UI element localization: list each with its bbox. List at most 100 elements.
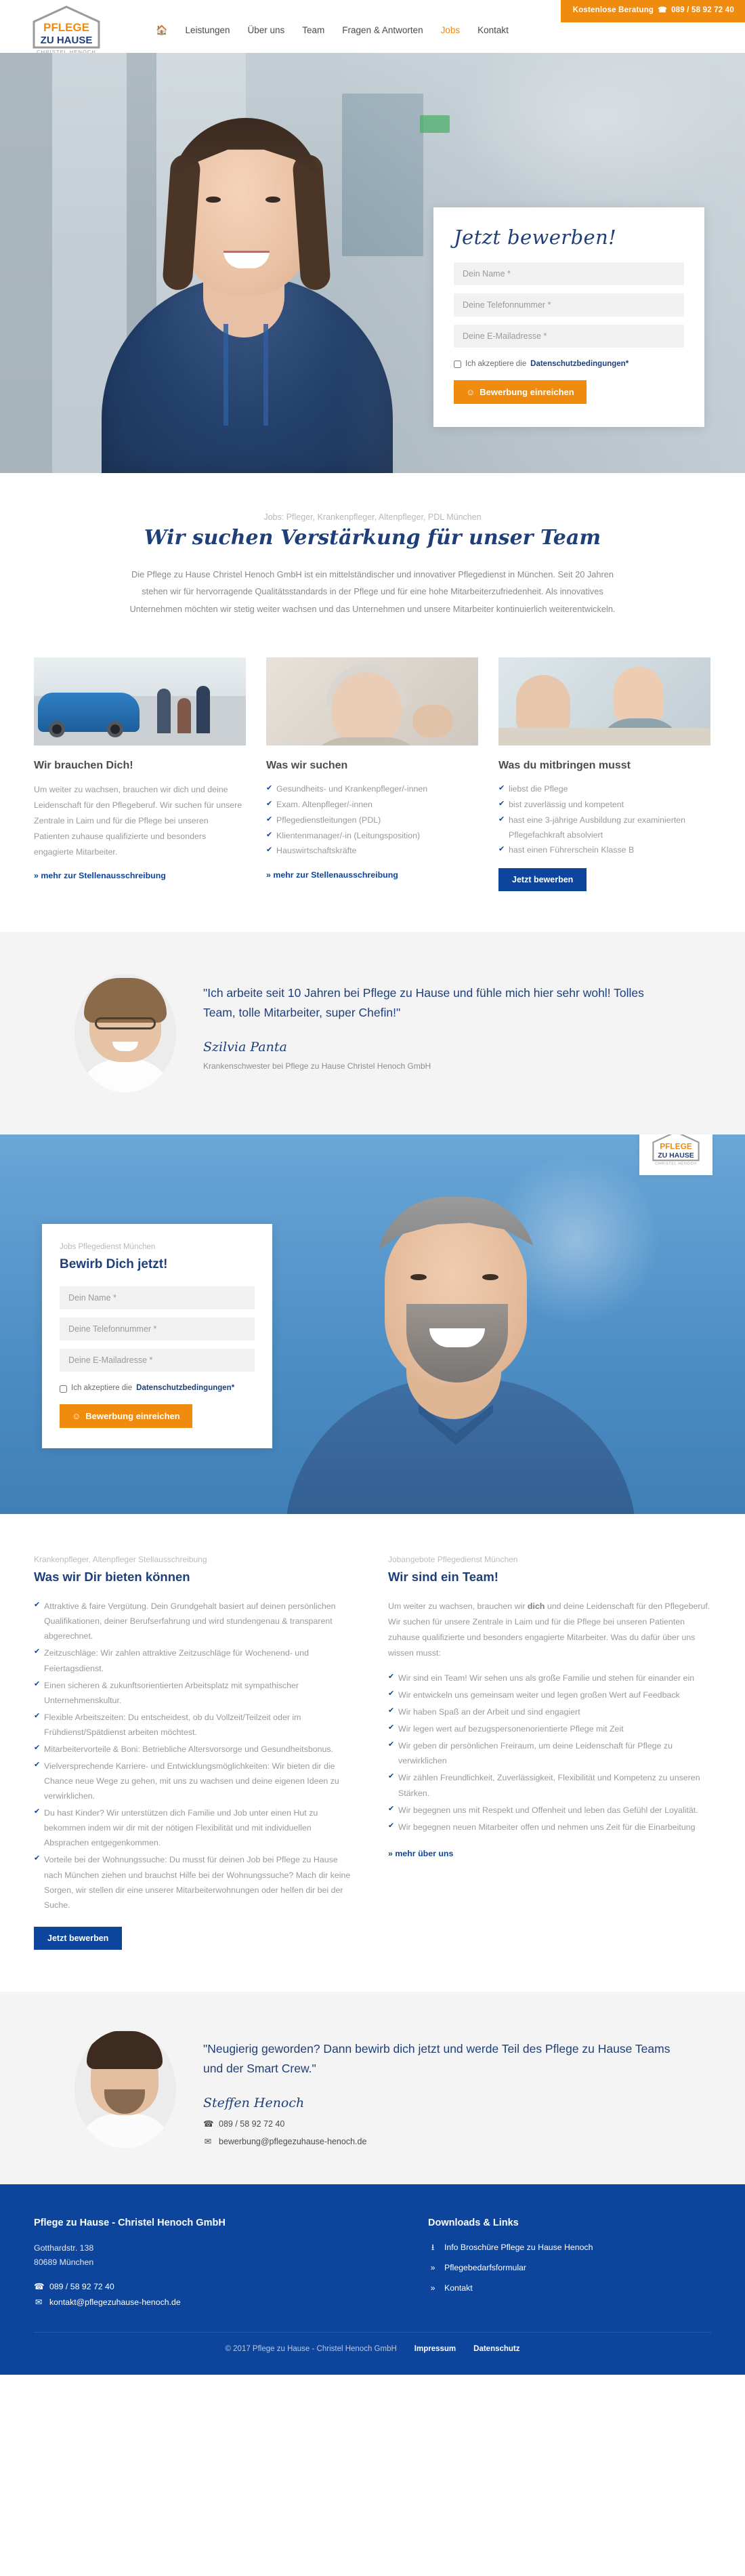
site-footer: Pflege zu Hause - Christel Henoch GmbH G…	[0, 2184, 745, 2375]
svg-text:PFLEGE: PFLEGE	[660, 1141, 692, 1151]
column-title: Was wir Dir bieten können	[34, 1569, 190, 1584]
list-item: bist zuverlässig und kompetent	[498, 798, 710, 813]
footer-city: 80689 München	[34, 2257, 94, 2268]
privacy-consent[interactable]: Ich akzeptiere die Datenschutzbedingunge…	[60, 1383, 255, 1395]
card-more-link[interactable]: » mehr zur Stellenausschreibung	[266, 869, 398, 882]
card-title: Wir brauchen Dich!	[34, 759, 133, 771]
footer-company-block: Pflege zu Hause - Christel Henoch GmbH G…	[34, 2215, 413, 2309]
card-list: liebst die Pflege bist zuverlässig und k…	[498, 782, 710, 858]
main-navigation[interactable]: 🏠 Leistungen Über uns Team Fragen & Antw…	[156, 23, 509, 38]
phone-input[interactable]	[454, 293, 684, 316]
privacy-checkbox[interactable]	[454, 361, 461, 369]
footer-phone[interactable]: ☎ 089 / 58 92 72 40	[34, 2281, 413, 2293]
list-item: liebst die Pflege	[498, 782, 710, 797]
svg-text:PFLEGE: PFLEGE	[43, 21, 89, 34]
list-item: Wir begegnen uns mit Respekt und Offenhe…	[388, 1803, 711, 1818]
list-item: Wir geben dir persönlichen Freiraum, um …	[388, 1738, 711, 1768]
intro-eyebrow: Jobs: Pfleger, Krankenpfleger, Altenpfle…	[263, 512, 482, 522]
topbar-label: Kostenlose Beratung	[572, 6, 654, 14]
svg-text:ZU HAUSE: ZU HAUSE	[41, 35, 93, 46]
phone-icon: ☎	[658, 6, 668, 15]
footer-link-kontakt[interactable]: » Kontakt	[428, 2282, 711, 2295]
phone-input[interactable]	[60, 1317, 255, 1341]
impressum-link[interactable]: Impressum	[414, 2344, 456, 2356]
avatar	[74, 2029, 176, 2148]
hero-section-primary: Jetzt bewerben! Ich akzeptiere die Daten…	[0, 53, 745, 473]
hero-section-secondary: PFLEGE ZU HAUSE CHRISTEL HENOCH Jobs Pfl…	[0, 1134, 745, 1514]
benefits-section: Krankenpfleger, Altenpfleger Stellaussch…	[34, 1514, 711, 1992]
testimonial-quote: "Ich arbeite seit 10 Jahren bei Pflege z…	[203, 985, 644, 1019]
testimonial-name: Steffen Henoch	[203, 2095, 305, 2110]
column-intro: Um weiter zu wachsen, brauchen wir dich …	[388, 1601, 710, 1658]
application-form-hero[interactable]: Jetzt bewerben! Ich akzeptiere die Daten…	[433, 207, 704, 427]
list-item: hast einen Führerschein Klasse B	[498, 843, 710, 858]
avatar	[74, 973, 176, 1092]
list-item: Pflegedienstleitungen (PDL)	[266, 813, 478, 828]
testimonial-email[interactable]: ✉ bewerbung@pflegezuhause-henoch.de	[203, 2135, 670, 2148]
apply-now-button[interactable]: Jetzt bewerben	[34, 1926, 123, 1950]
application-form-secondary[interactable]: Jobs Pflegedienst München Bewirb Dich je…	[42, 1223, 272, 1449]
list-item: Wir haben Spaß an der Arbeit und sind en…	[388, 1704, 711, 1719]
privacy-policy-link[interactable]: Datenschutzbedingungen*	[530, 359, 629, 371]
card-image-seniorin	[266, 657, 478, 745]
email-input[interactable]	[60, 1349, 255, 1372]
datenschutz-link[interactable]: Datenschutz	[473, 2344, 519, 2356]
footer-link-pflegebedarfsformular[interactable]: » Pflegebedarfsformular	[428, 2262, 711, 2274]
submit-application-button[interactable]: ☺ Bewerbung einreichen	[60, 1404, 192, 1429]
footer-email[interactable]: ✉ kontakt@pflegezuhause-henoch.de	[34, 2296, 413, 2309]
footer-company-name: Pflege zu Hause - Christel Henoch GmbH	[34, 2217, 226, 2228]
card-image-pflegerin-patientin	[498, 657, 710, 745]
testimonial-phone[interactable]: ☎ 089 / 58 92 72 40	[203, 2118, 670, 2131]
card-list: Gesundheits- und Krankenpfleger/-innen E…	[266, 782, 478, 859]
card-more-link[interactable]: » mehr zur Stellenausschreibung	[34, 870, 166, 882]
privacy-policy-link[interactable]: Datenschutzbedingungen*	[136, 1383, 234, 1395]
smiley-icon: ☺	[72, 1411, 81, 1422]
envelope-icon: ✉	[204, 2137, 212, 2147]
site-logo[interactable]: PFLEGE ZU HAUSE CHRISTEL HENOCH	[26, 3, 107, 56]
privacy-checkbox[interactable]	[60, 1385, 67, 1393]
apply-now-button[interactable]: Jetzt bewerben	[498, 867, 587, 891]
column-eyebrow: Krankenpfleger, Altenpfleger Stellaussch…	[34, 1554, 207, 1564]
list-item: Hauswirtschaftskräfte	[266, 844, 478, 859]
nav-item-home[interactable]: 🏠	[156, 23, 167, 38]
list-item: Zeitzuschläge: Wir zahlen attraktive Zei…	[34, 1645, 357, 1675]
footer-address: Gotthardstr. 138 80689 München	[34, 2241, 413, 2270]
svg-text:ZU HAUSE: ZU HAUSE	[658, 1152, 694, 1160]
list-item: Wir sind ein Team! Wir sehen uns als gro…	[388, 1671, 711, 1685]
topbar-phone-banner[interactable]: Kostenlose Beratung ☎ 089 / 58 92 72 40	[560, 0, 745, 22]
chevron-double-right-icon: »	[430, 2283, 435, 2293]
submit-application-button[interactable]: ☺ Bewerbung einreichen	[454, 380, 587, 404]
footer-links-title: Downloads & Links	[428, 2217, 519, 2228]
nav-item-fragen-antworten[interactable]: Fragen & Antworten	[342, 24, 423, 38]
list-item: Mitarbeitervorteile & Boni: Betriebliche…	[34, 1742, 357, 1757]
svg-text:CHRISTEL HENOCH: CHRISTEL HENOCH	[655, 1162, 696, 1166]
nav-item-kontakt[interactable]: Kontakt	[477, 24, 509, 38]
topbar-phone-number: 089 / 58 92 72 40	[671, 6, 734, 14]
list-item: Flexible Arbeitszeiten: Du entscheidest,…	[34, 1710, 357, 1740]
card-wir-brauchen-dich: Wir brauchen Dich! Um weiter zu wachsen,…	[34, 657, 246, 891]
more-about-us-link[interactable]: » mehr über uns	[388, 1847, 453, 1860]
nav-item-jobs[interactable]: Jobs	[441, 24, 461, 38]
nav-item-leistungen[interactable]: Leistungen	[185, 24, 230, 38]
footer-link-broschuere[interactable]: ⭳ Info Broschüre Pflege zu Hause Henoch	[428, 2241, 711, 2254]
consent-text: Ich akzeptiere die	[465, 360, 527, 368]
floating-logo-badge: PFLEGE ZU HAUSE CHRISTEL HENOCH	[639, 1134, 712, 1175]
intro-title: Wir suchen Verstärkung für unser Team	[144, 526, 601, 550]
chevron-double-right-icon: »	[430, 2263, 435, 2273]
email-input[interactable]	[454, 325, 684, 348]
list-item: hast eine 3-jährige Ausbildung zur exami…	[498, 813, 710, 842]
name-input[interactable]	[454, 262, 684, 285]
testimonial-section-szilvia: "Ich arbeite seit 10 Jahren bei Pflege z…	[0, 931, 745, 1134]
download-icon: ⭳	[431, 2243, 435, 2253]
home-icon: 🏠	[156, 24, 168, 35]
list-item: Wir begegnen neuen Mitarbeiter offen und…	[388, 1820, 711, 1835]
phone-icon: ☎	[34, 2281, 45, 2291]
testimonial-section-steffen: "Neugierig geworden? Dann bewirb dich je…	[0, 1991, 745, 2184]
testimonial-name: Szilvia Panta	[203, 1039, 287, 1055]
nav-item-ueber-uns[interactable]: Über uns	[248, 24, 285, 38]
nav-item-team[interactable]: Team	[302, 24, 324, 38]
privacy-consent[interactable]: Ich akzeptiere die Datenschutzbedingunge…	[454, 359, 684, 371]
list-item: Gesundheits- und Krankenpfleger/-innen	[266, 782, 478, 797]
name-input[interactable]	[60, 1286, 255, 1310]
card-was-du-mitbringen-musst: Was du mitbringen musst liebst die Pfleg…	[498, 657, 710, 891]
